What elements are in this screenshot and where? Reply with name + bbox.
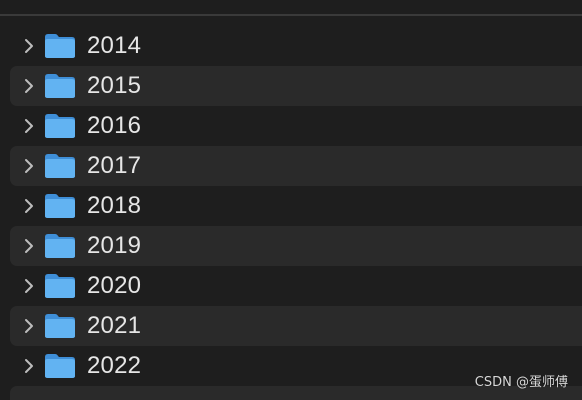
chevron-right-icon[interactable] (18, 155, 40, 177)
folder-row[interactable]: 2020 (10, 266, 582, 306)
folder-row[interactable]: 2019 (10, 226, 582, 266)
chevron-right-icon[interactable] (18, 315, 40, 337)
folder-label: 2020 (87, 272, 142, 299)
chevron-right-icon[interactable] (18, 75, 40, 97)
folder-row[interactable]: 2021 (10, 306, 582, 346)
folder-label: 2022 (87, 352, 142, 379)
watermark-text: CSDN @蛋师傅 (474, 375, 568, 390)
folder-icon (44, 73, 76, 99)
chevron-right-icon[interactable] (18, 35, 40, 57)
folder-icon (44, 273, 76, 299)
folder-row[interactable]: 2016 (10, 106, 582, 146)
header-divider (0, 14, 582, 16)
folder-label: 2018 (87, 192, 142, 219)
chevron-right-icon[interactable] (18, 115, 40, 137)
folder-row[interactable]: 2015 (10, 66, 582, 106)
folder-label: 2016 (87, 112, 142, 139)
chevron-right-icon[interactable] (18, 275, 40, 297)
folder-icon (44, 233, 76, 259)
chevron-right-icon[interactable] (18, 355, 40, 377)
folder-row[interactable]: 2018 (10, 186, 582, 226)
folder-label: 2014 (87, 32, 142, 59)
folder-icon (44, 313, 76, 339)
folder-icon (44, 353, 76, 379)
folder-icon (44, 33, 76, 59)
chevron-right-icon[interactable] (18, 195, 40, 217)
folder-icon (44, 153, 76, 179)
folder-icon (44, 113, 76, 139)
folder-icon (44, 193, 76, 219)
folder-row[interactable]: 2017 (10, 146, 582, 186)
folder-label: 2017 (87, 152, 142, 179)
chevron-right-icon[interactable] (18, 235, 40, 257)
folder-label: 2019 (87, 232, 142, 259)
folder-list: 2014 2015 2016 2017 2018 2019 2020 2021 … (0, 26, 582, 386)
folder-label: 2021 (87, 312, 142, 339)
folder-label: 2015 (87, 72, 142, 99)
folder-row[interactable]: 2014 (10, 26, 582, 66)
